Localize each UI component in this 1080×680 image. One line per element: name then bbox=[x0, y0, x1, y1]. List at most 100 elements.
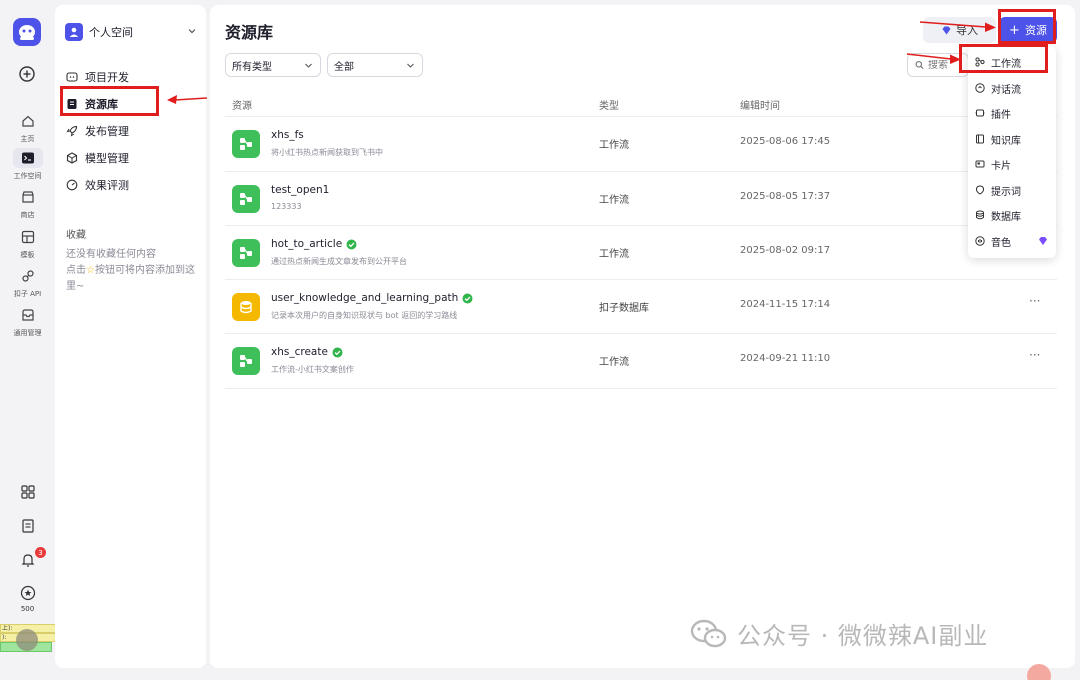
resource-description: 通过热点新闻生成文章发布到公开平台 bbox=[271, 257, 407, 266]
home-icon bbox=[21, 115, 34, 127]
sidebar-item-label: 发布管理 bbox=[85, 125, 129, 138]
favorites-empty-line: 点击☆按钮可将内容添加到这里~ bbox=[66, 263, 201, 295]
menu-item-voice[interactable]: 音色 bbox=[968, 229, 1056, 253]
resource-type: 扣子数据库 bbox=[599, 303, 649, 314]
app-logo[interactable] bbox=[13, 18, 41, 46]
resource-name: test_open1 bbox=[271, 184, 330, 196]
sidebar-item-label: 效果评测 bbox=[85, 179, 129, 192]
type-filter-select[interactable]: 所有类型 bbox=[225, 53, 321, 77]
table-row[interactable]: xhs_fs 将小红书热点新闻获取到飞书中 工作流 2025-08-06 17:… bbox=[225, 117, 1057, 171]
workflow-icon bbox=[232, 185, 260, 213]
favorites-hint-prefix: 点击 bbox=[66, 265, 86, 276]
resource-description: 记录本次用户的自身知识现状与 bot 返回的学习路线 bbox=[271, 311, 458, 320]
page-title: 资源库 bbox=[225, 23, 274, 42]
menu-item-prompt[interactable]: 提示词 bbox=[968, 178, 1056, 202]
sidebar-item-projects[interactable]: 项目开发 bbox=[55, 66, 206, 88]
menu-item-knowledge[interactable]: 知识库 bbox=[968, 127, 1056, 151]
rail-item-store[interactable]: 商店 bbox=[0, 187, 55, 220]
type-filter-value: 所有类型 bbox=[232, 61, 272, 73]
resource-type: 工作流 bbox=[599, 195, 629, 206]
resource-name: user_knowledge_and_learning_path bbox=[271, 292, 459, 304]
chevron-down-icon bbox=[188, 29, 196, 34]
sidebar-item-publish[interactable]: 发布管理 bbox=[55, 120, 206, 142]
cube-icon bbox=[66, 152, 78, 164]
column-header-edit-time: 编辑时间 bbox=[740, 101, 780, 112]
template-icon bbox=[21, 230, 34, 244]
resource-description: 将小红书热点新闻获取到飞书中 bbox=[271, 148, 383, 157]
menu-item-plugin[interactable]: 插件 bbox=[968, 101, 1056, 125]
table-row[interactable]: test_open1 123333 工作流 2025-08-05 17:37 bbox=[225, 172, 1057, 226]
table-row[interactable]: hot_to_article 通过热点新闻生成文章发布到公开平台 工作流 202… bbox=[225, 226, 1057, 280]
apps-grid-button[interactable] bbox=[0, 484, 55, 500]
link-icon bbox=[21, 270, 34, 282]
resource-edit-time: 2025-08-05 17:37 bbox=[740, 191, 831, 202]
menu-item-chatflow[interactable]: 对话流 bbox=[968, 76, 1056, 100]
rail-label: 工作空间 bbox=[13, 172, 42, 180]
rail-item-home[interactable]: 主页 bbox=[0, 111, 55, 144]
premium-diamond-icon bbox=[1039, 237, 1047, 245]
resource-name: hot_to_article bbox=[271, 238, 343, 250]
document-icon bbox=[21, 519, 34, 533]
resource-edit-time: 2025-08-06 17:45 bbox=[740, 136, 831, 147]
resource-description: 123333 bbox=[271, 202, 302, 211]
bell-icon bbox=[21, 554, 34, 567]
rail-label: 通用管理 bbox=[13, 329, 42, 337]
sidebar-item-label: 项目开发 bbox=[85, 71, 129, 84]
resource-description: 工作流-小红书文案创作 bbox=[271, 365, 354, 374]
wechat-watermark: 公众号 · 微微辣AI副业 bbox=[689, 616, 988, 651]
resource-type: 工作流 bbox=[599, 357, 629, 368]
create-plus-button[interactable] bbox=[17, 64, 37, 84]
sidebar-item-evaluation[interactable]: 效果评测 bbox=[55, 174, 206, 196]
terminal-icon bbox=[21, 152, 34, 164]
menu-item-label: 提示词 bbox=[991, 186, 1021, 198]
space-selector[interactable]: 个人空间 bbox=[65, 21, 197, 43]
row-more-button[interactable]: ··· bbox=[1029, 348, 1040, 362]
published-check-icon bbox=[332, 347, 343, 357]
menu-item-card[interactable]: 卡片 bbox=[968, 152, 1056, 176]
left-rail: 主页 工作空间 商店 模板 扣子 API 通用管理 3 500 bbox=[0, 0, 55, 680]
column-header-type: 类型 bbox=[599, 101, 619, 112]
rail-item-workspace[interactable]: 工作空间 bbox=[0, 148, 55, 181]
rocket-icon bbox=[66, 125, 78, 137]
rail-label: 扣子 API bbox=[13, 290, 42, 298]
table-row[interactable]: user_knowledge_and_learning_path 记录本次用户的… bbox=[225, 280, 1057, 334]
scope-filter-select[interactable]: 全部 bbox=[327, 53, 423, 77]
row-more-button[interactable]: ··· bbox=[1029, 294, 1040, 308]
database-icon bbox=[232, 293, 260, 321]
favorites-empty-message: 还没有收藏任何内容 点击☆按钮可将内容添加到这里~ bbox=[66, 247, 201, 295]
card-icon bbox=[975, 160, 985, 168]
resource-edit-time: 2024-11-15 17:14 bbox=[740, 299, 831, 310]
apps-icon bbox=[20, 485, 35, 499]
rail-item-general-settings[interactable]: 通用管理 bbox=[0, 305, 55, 338]
rail-label: 模板 bbox=[20, 251, 35, 259]
resource-name: xhs_fs bbox=[271, 129, 304, 141]
published-check-icon bbox=[462, 293, 473, 303]
inbox-icon bbox=[21, 309, 34, 321]
docs-button[interactable] bbox=[0, 518, 55, 534]
chevron-down-icon bbox=[305, 63, 312, 68]
notifications-button[interactable] bbox=[0, 552, 55, 568]
notification-badge: 3 bbox=[35, 547, 46, 558]
sidebar-item-models[interactable]: 模型管理 bbox=[55, 147, 206, 169]
scope-filter-value: 全部 bbox=[334, 61, 354, 73]
menu-item-database[interactable]: 数据库 bbox=[968, 203, 1056, 227]
menu-item-label: 数据库 bbox=[991, 211, 1021, 223]
rail-label: 主页 bbox=[20, 135, 35, 143]
rail-item-api[interactable]: 扣子 API bbox=[0, 266, 55, 299]
space-name: 个人空间 bbox=[89, 26, 133, 39]
star-icon: ☆ bbox=[86, 265, 95, 276]
plus-circle-icon bbox=[19, 66, 35, 82]
resource-edit-time: 2024-09-21 11:10 bbox=[740, 353, 831, 364]
menu-item-label: 插件 bbox=[991, 109, 1011, 121]
store-icon bbox=[21, 191, 34, 203]
resource-edit-time: 2025-08-02 09:17 bbox=[740, 245, 831, 256]
annotation-arrow-right-top bbox=[919, 21, 996, 32]
menu-item-label: 音色 bbox=[991, 237, 1011, 249]
floating-avatar[interactable] bbox=[16, 629, 38, 651]
points-button[interactable] bbox=[0, 585, 55, 601]
rail-item-templates[interactable]: 模板 bbox=[0, 227, 55, 260]
table-row[interactable]: xhs_create 工作流-小红书文案创作 工作流 2024-09-21 11… bbox=[225, 334, 1057, 388]
annotation-box-add-resource bbox=[998, 9, 1056, 44]
menu-item-label: 知识库 bbox=[991, 135, 1021, 147]
workflow-icon bbox=[232, 130, 260, 158]
